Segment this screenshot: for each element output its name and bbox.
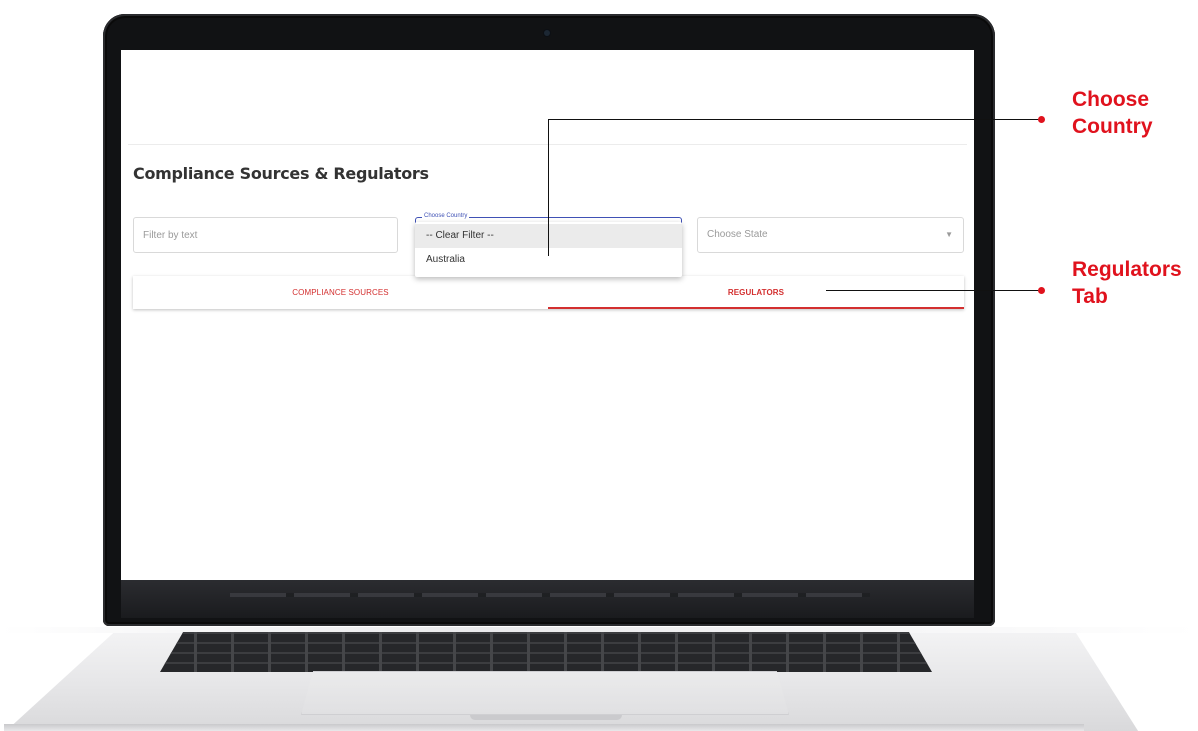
tab-regulators[interactable]: REGULATORS: [548, 276, 964, 309]
callout-country-line1: Choose: [1072, 88, 1150, 111]
lid-notch: [470, 715, 622, 720]
callout-regulators-line2: Tab: [1072, 285, 1108, 308]
callout-text-regulators: Regulators Tab: [1072, 256, 1182, 310]
callout-line-regulators: [826, 290, 1041, 291]
screen-reflection: [230, 593, 870, 597]
callout-country-line2: Country: [1072, 115, 1153, 138]
floor-shadow: [4, 724, 1084, 731]
page-title: Compliance Sources & Regulators: [133, 164, 429, 183]
keyboard: [160, 632, 932, 672]
caret-down-icon[interactable]: ▼: [945, 230, 953, 239]
tab-compliance-sources[interactable]: COMPLIANCE SOURCES: [133, 276, 548, 309]
state-select-placeholder: Choose State: [707, 229, 768, 240]
filter-text-input[interactable]: [134, 218, 397, 252]
callout-line-country-vertical: [548, 120, 549, 256]
callout-line-country-horizontal: [548, 119, 1041, 120]
state-select[interactable]: Choose State ▼: [697, 217, 964, 253]
callout-text-country: Choose Country: [1072, 86, 1153, 140]
country-select-label: Choose Country: [422, 213, 470, 219]
tab-bar: COMPLIANCE SOURCES REGULATORS: [133, 276, 964, 309]
callout-regulators-line1: Regulators: [1072, 258, 1182, 281]
callout-dot-country: [1038, 116, 1045, 123]
callout-dot-regulators: [1038, 287, 1045, 294]
screen-bezel-bottom: [121, 580, 974, 618]
filter-text-field[interactable]: [133, 217, 398, 253]
trackpad: [301, 671, 789, 715]
camera-icon: [544, 30, 550, 36]
